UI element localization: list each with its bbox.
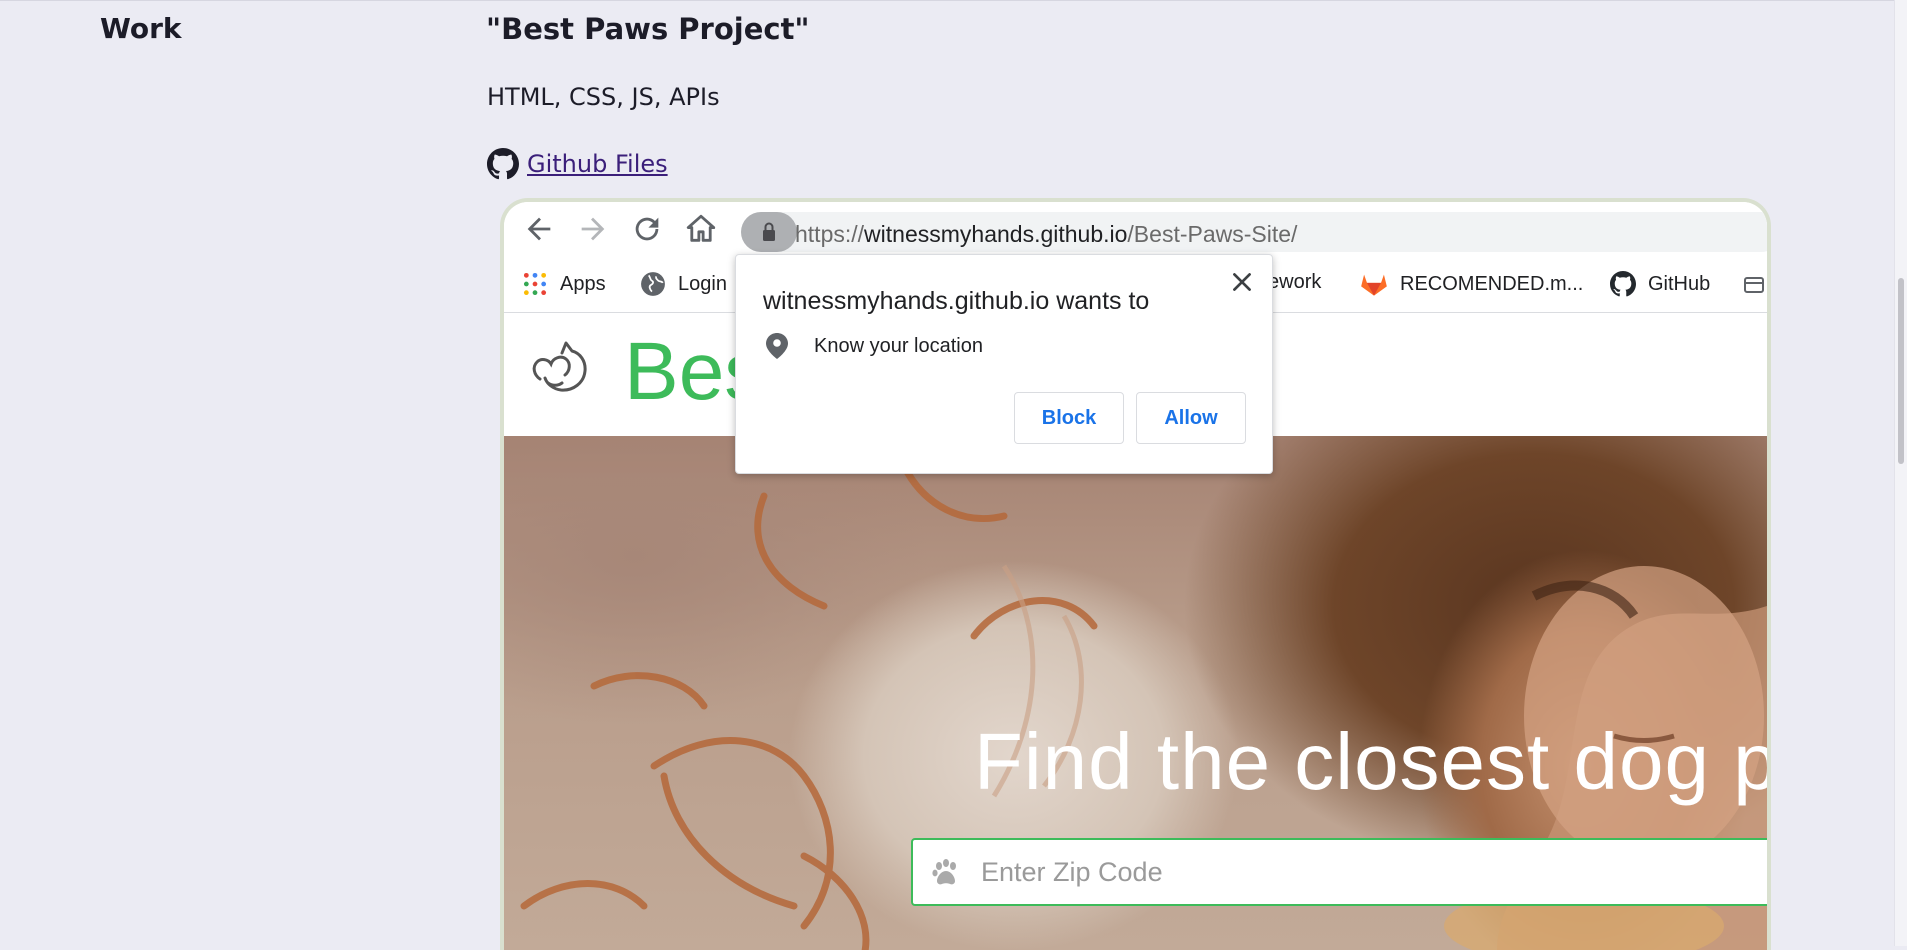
bookmark-label: GitHub <box>1648 272 1711 295</box>
github-files-link[interactable]: Github Files <box>527 150 668 178</box>
url-path: /Best-Paws-Site/ <box>1127 221 1298 247</box>
back-arrow-icon[interactable] <box>522 212 556 246</box>
hero-banner: Find the closest dog p <box>504 436 1767 950</box>
bookmark-label: ework <box>1268 271 1322 293</box>
close-icon[interactable] <box>1229 269 1255 295</box>
globe-icon <box>641 272 665 296</box>
bookmark-login[interactable]: Login <box>640 271 727 297</box>
permission-request-row: Know your location <box>766 333 983 359</box>
bookmark-label: RECOMENDED.m... <box>1400 272 1584 295</box>
scrollbar-thumb[interactable] <box>1898 278 1904 464</box>
bookmark-label: Login <box>678 272 727 295</box>
pet-logo-icon[interactable] <box>528 339 594 399</box>
github-icon <box>1610 271 1636 297</box>
page-scrollbar[interactable] <box>1894 0 1907 946</box>
gitlab-icon <box>1361 274 1387 296</box>
github-icon <box>487 148 519 180</box>
permission-request-text: Know your location <box>814 334 983 357</box>
tech-stack: HTML, CSS, JS, APIs <box>487 83 720 111</box>
bookmark-apps[interactable]: Apps <box>522 271 606 297</box>
section-label: Work <box>100 12 182 45</box>
allow-button[interactable]: Allow <box>1136 392 1246 444</box>
zip-search-box[interactable] <box>911 838 1767 906</box>
bookmark-recomended[interactable]: RECOMENDED.m... <box>1360 271 1583 297</box>
bookmark-github[interactable]: GitHub <box>1610 271 1710 297</box>
lock-icon <box>763 222 775 241</box>
home-icon[interactable] <box>684 212 718 246</box>
hero-title: Find the closest dog p <box>974 717 1767 806</box>
url-text: https://witnessmyhands.github.io/Best-Pa… <box>795 221 1297 248</box>
url-scheme: https:// <box>795 221 865 247</box>
browser-toolbar: https://witnessmyhands.github.io/Best-Pa… <box>504 202 1767 258</box>
bookmark-label: Apps <box>560 272 606 295</box>
site-info-button[interactable] <box>741 212 797 252</box>
card-icon[interactable] <box>1744 276 1764 294</box>
top-divider <box>0 0 1895 1</box>
bookmark-ework[interactable]: ework <box>1268 271 1321 294</box>
paw-icon <box>932 859 956 885</box>
apps-grid-icon <box>523 272 547 296</box>
address-bar[interactable]: https://witnessmyhands.github.io/Best-Pa… <box>741 212 1767 252</box>
forward-arrow-icon[interactable] <box>576 212 610 246</box>
popup-title: witnessmyhands.github.io wants to <box>763 287 1150 315</box>
github-files-row: Github Files <box>487 146 668 182</box>
zip-code-input[interactable] <box>979 852 1767 892</box>
reload-icon[interactable] <box>630 212 664 246</box>
project-title: "Best Paws Project" <box>486 12 810 46</box>
url-host: witnessmyhands.github.io <box>864 221 1128 247</box>
location-pin-icon <box>766 333 788 359</box>
location-permission-popup: witnessmyhands.github.io wants to Know y… <box>735 254 1273 474</box>
block-button[interactable]: Block <box>1014 392 1124 444</box>
